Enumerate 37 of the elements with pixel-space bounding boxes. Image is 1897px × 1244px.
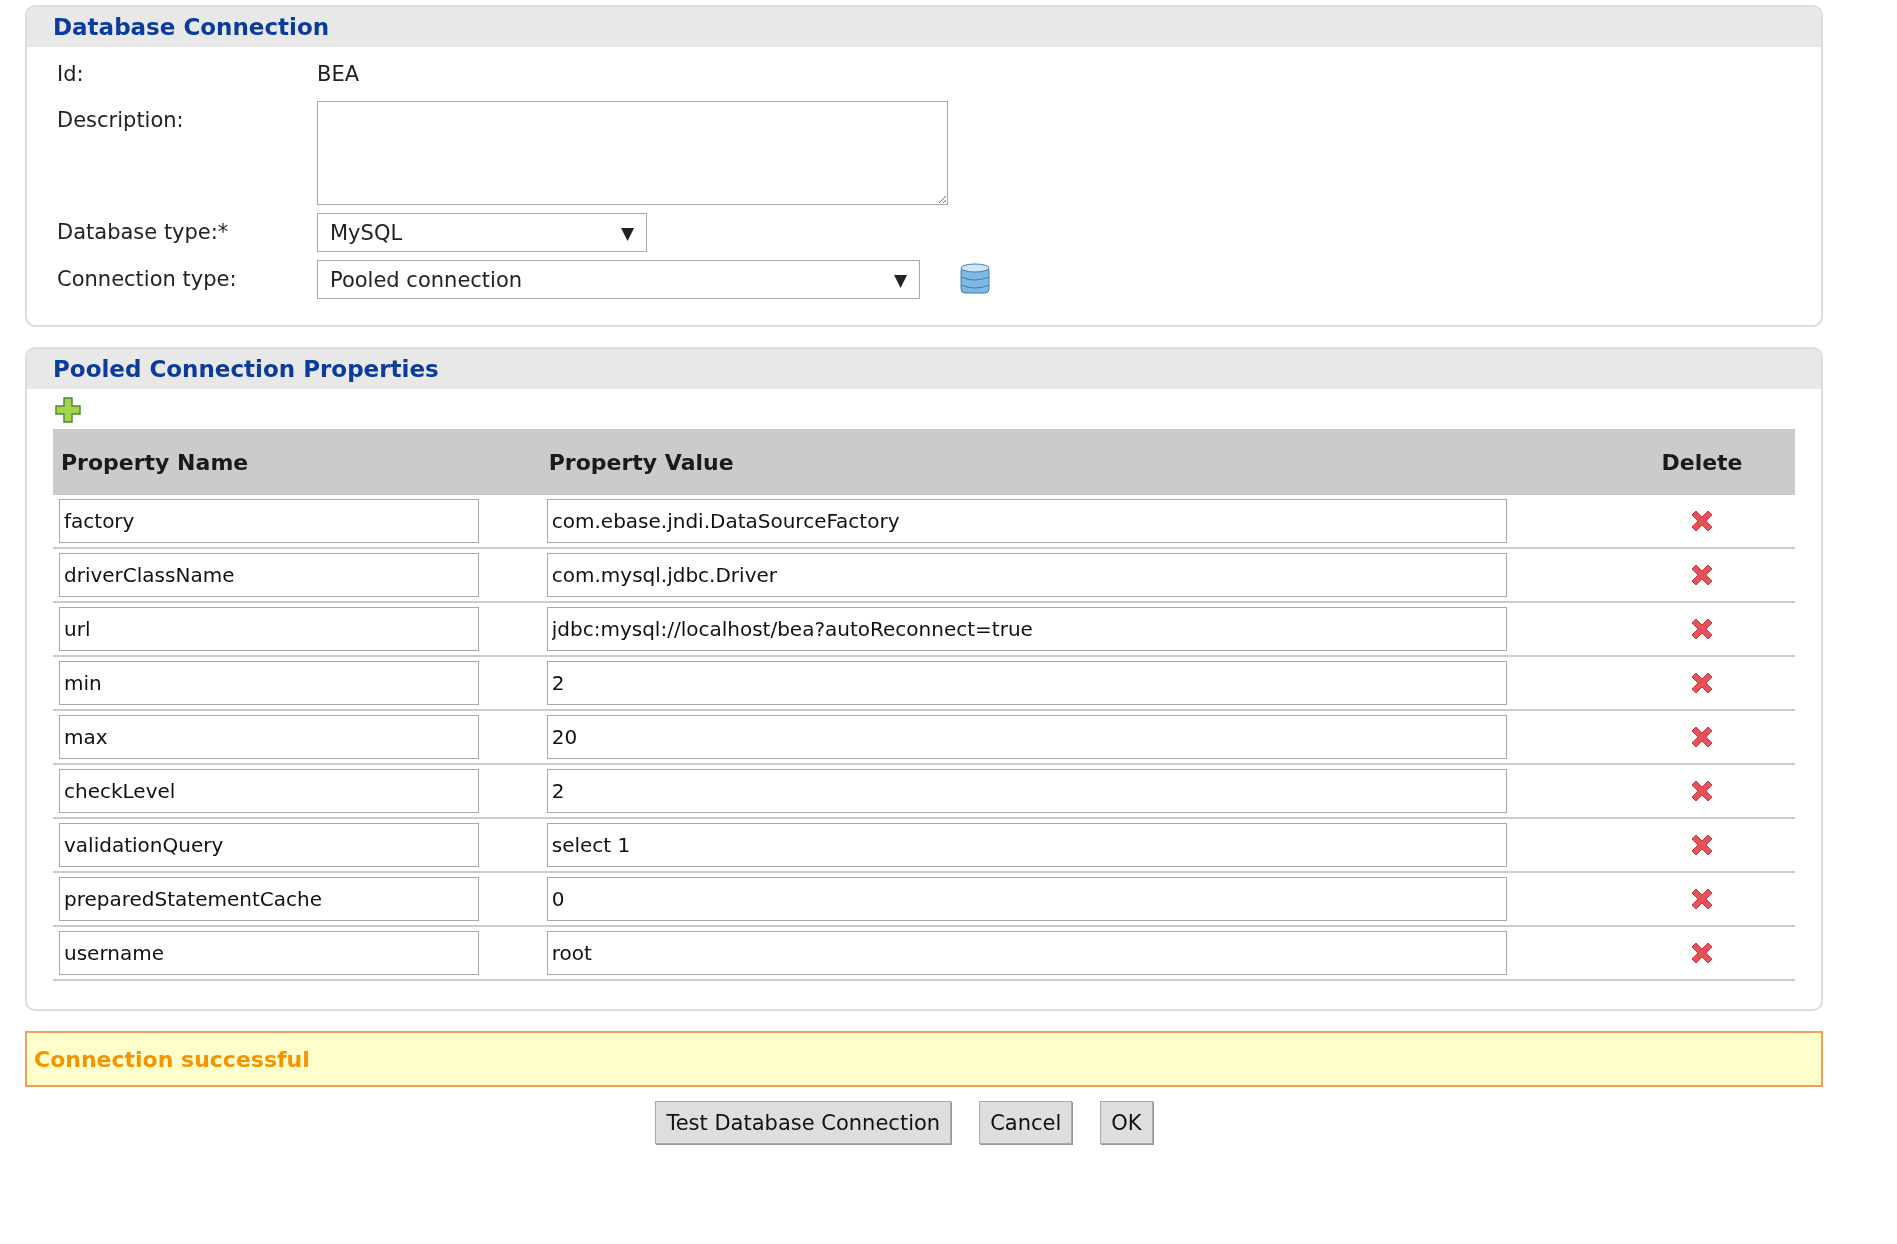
field-label: Description:	[57, 107, 185, 134]
dialog-button[interactable]: OK	[1100, 1101, 1153, 1144]
panel-title: Pooled Connection Properties	[53, 356, 439, 382]
property-name-field[interactable]: checkLevel	[59, 769, 479, 813]
add-icon[interactable]	[55, 397, 81, 423]
dropdown[interactable]: Pooled connection ▼	[317, 260, 920, 299]
property-name-field[interactable]: max	[59, 715, 479, 759]
column-header: Property Name	[53, 429, 541, 495]
property-value-field[interactable]: 20	[546, 715, 1507, 759]
property-value-field[interactable]: jdbc:mysql://localhost/bea?autoReconnect=true	[546, 607, 1507, 651]
property-value-field[interactable]: com.mysql.jdbc.Driver	[546, 553, 1507, 597]
panel-title: Database Connection	[53, 14, 330, 40]
status-message: Connection successful	[34, 1046, 310, 1072]
property-name-field[interactable]: factory	[59, 499, 479, 543]
property-name-field[interactable]: url	[59, 607, 479, 651]
property-value-field[interactable]: 2	[546, 661, 1507, 705]
property-name-field[interactable]: driverClassName	[59, 553, 479, 597]
dialog-button[interactable]: Test Database Connection	[655, 1101, 952, 1144]
property-value-field[interactable]: root	[546, 931, 1507, 975]
field-label: Connection type:	[57, 266, 238, 293]
property-name-field[interactable]: validationQuery	[59, 823, 479, 867]
column-header: Property Value	[540, 429, 1609, 495]
column-header: Delete	[1609, 429, 1795, 495]
dialog-button[interactable]: Cancel	[979, 1101, 1073, 1144]
property-value-field[interactable]: 2	[546, 769, 1507, 813]
field-label: Database type:*	[57, 219, 230, 246]
property-name-field[interactable]: username	[59, 931, 479, 975]
description-field[interactable]	[317, 101, 948, 205]
property-value-field[interactable]: com.ebase.jndi.DataSourceFactory	[546, 499, 1507, 543]
database-icon[interactable]	[960, 262, 990, 297]
property-value-field[interactable]: select 1	[546, 823, 1507, 867]
field-label: Id:	[57, 61, 85, 88]
id-value: BEA	[317, 61, 361, 88]
property-value-field[interactable]: 0	[546, 877, 1507, 921]
dropdown[interactable]: MySQL ▼	[317, 213, 647, 252]
property-name-field[interactable]: min	[59, 661, 479, 705]
property-name-field[interactable]: preparedStatementCache	[59, 877, 479, 921]
